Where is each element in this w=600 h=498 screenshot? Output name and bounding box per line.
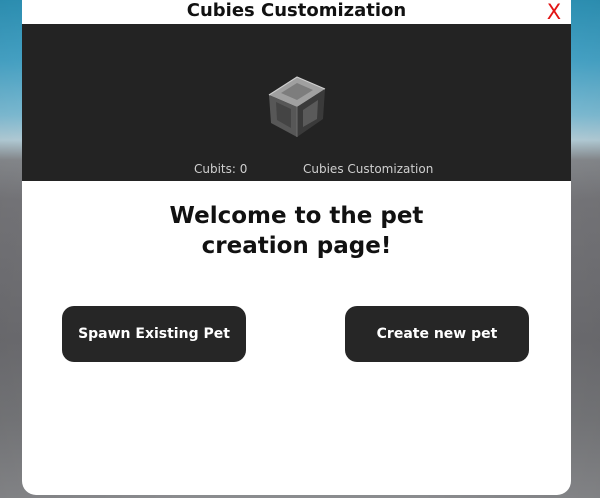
customization-dialog: Cubies Customization X Cubits: 0 Cubies … bbox=[22, 0, 571, 495]
welcome-heading-line-2: creation page! bbox=[201, 233, 392, 259]
welcome-heading: Welcome to the pet creation page! bbox=[132, 201, 461, 261]
welcome-heading-line-1: Welcome to the pet bbox=[169, 203, 424, 229]
dialog-title: Cubies Customization bbox=[186, 0, 407, 21]
header-banner: Cubits: 0 Cubies Customization bbox=[22, 24, 571, 181]
spawn-existing-pet-button[interactable]: Spawn Existing Pet bbox=[62, 306, 246, 362]
title-bar: Cubies Customization X bbox=[22, 0, 571, 24]
close-button[interactable]: X bbox=[543, 0, 565, 24]
cube-icon bbox=[268, 76, 326, 137]
banner-subtitle: Cubies Customization bbox=[303, 162, 434, 176]
cubits-count: Cubits: 0 bbox=[194, 162, 248, 176]
create-new-pet-button[interactable]: Create new pet bbox=[345, 306, 529, 362]
